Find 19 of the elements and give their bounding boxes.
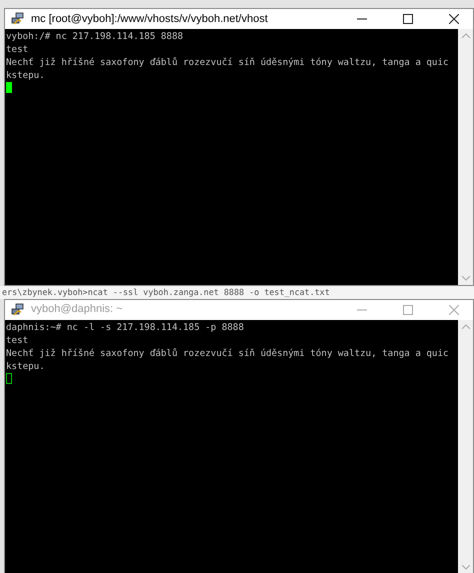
scroll-up-icon[interactable]: [462, 33, 470, 38]
terminal-line: kstepu.: [6, 360, 45, 373]
scroll-down-icon[interactable]: [462, 276, 470, 281]
console-text: ers\zbynek.vyboh>ncat --ssl vyboh.zanga.net 8888 -o test_ncat.txt: [2, 286, 330, 299]
terminal-line: kstepu.: [6, 69, 45, 82]
terminal-line: test: [6, 43, 28, 56]
close-icon[interactable]: [449, 14, 459, 24]
terminal-line: daphnis:~# nc -l -s 217.198.114.185 -p 8888: [6, 320, 244, 334]
maximize-icon[interactable]: [403, 14, 413, 24]
terminal-line: vyboh:/# nc 217.198.114.185 8888: [6, 30, 184, 43]
terminal-line: Nechť již hříšné saxofony ďáblů rozezvučí síň úděsnými tóny waltzu, tanga a quic: [6, 56, 449, 69]
window-title: mc [root@vyboh]:/www/vhosts/v/vyboh.net/vhost: [31, 12, 268, 27]
terminal-line: test: [6, 334, 28, 347]
computers-icon: [11, 12, 25, 26]
computers-icon: [11, 302, 25, 317]
terminal-line: Nechť již hříšné saxofony ďáblů rozezvučí síň úděsnými tóny waltzu, tanga a quic: [6, 346, 449, 360]
scroll-down-icon[interactable]: [462, 564, 470, 570]
window-title: vyboh@daphnis: ~: [31, 302, 123, 318]
scroll-up-icon[interactable]: [462, 324, 470, 329]
